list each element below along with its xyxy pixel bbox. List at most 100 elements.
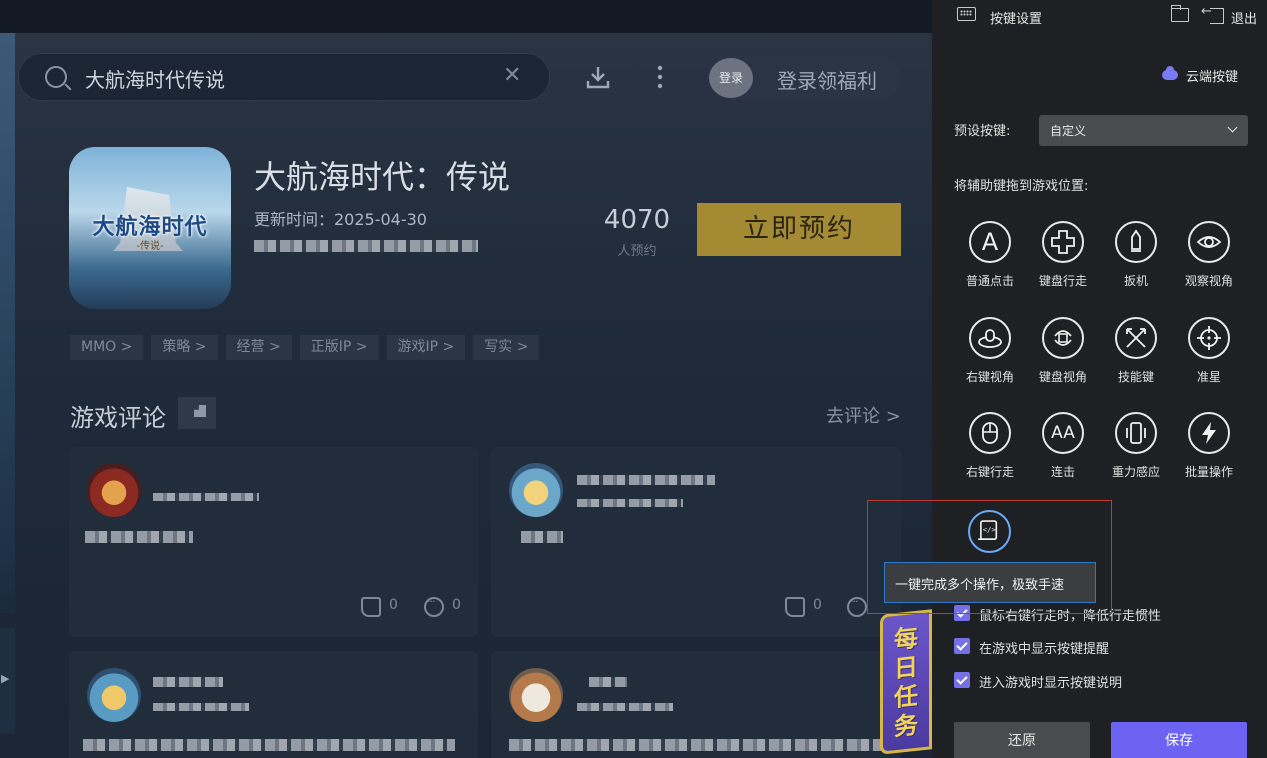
update-time: 更新时间：2025-04-30 bbox=[254, 210, 427, 229]
game-logo-subtext: -传说- bbox=[136, 241, 164, 252]
key-label: 批量操作 bbox=[1184, 465, 1233, 479]
exit-button[interactable]: 退出 bbox=[1231, 8, 1257, 27]
daily-task-label: 每日任务 bbox=[894, 623, 918, 742]
double-a-icon: AA bbox=[1042, 412, 1084, 454]
like-icon[interactable] bbox=[785, 597, 805, 617]
avatar[interactable] bbox=[87, 668, 141, 722]
key-label: 观察视角 bbox=[1184, 274, 1233, 288]
reserve-count-label: 人预约 bbox=[617, 244, 657, 259]
search-icon bbox=[45, 66, 67, 88]
reserve-count: 4070 bbox=[603, 205, 671, 235]
blurred-user-meta bbox=[577, 499, 683, 507]
drag-hint: 将辅助键拖到游戏位置: bbox=[954, 179, 1089, 194]
tag-game-ip[interactable]: 游戏IP > bbox=[386, 335, 466, 360]
tag-management[interactable]: 经营 > bbox=[225, 335, 292, 360]
key-keyboard-view[interactable]: 键盘视角 bbox=[1027, 317, 1099, 397]
checkbox-label: 进入游戏时显示按键说明 bbox=[979, 676, 1123, 691]
preset-label: 预设按键: bbox=[954, 124, 1011, 139]
go-review-link[interactable]: 去评论 > bbox=[826, 402, 901, 428]
key-right-mouse-walk[interactable]: 右键行走 bbox=[954, 412, 1026, 492]
key-crosshair[interactable]: 准星 bbox=[1173, 317, 1245, 397]
blurred-review-text bbox=[509, 739, 881, 751]
review-card[interactable]: 0 bbox=[491, 447, 901, 637]
checkbox-show-key-hints[interactable] bbox=[954, 638, 970, 654]
key-right-mouse-view[interactable]: 右键视角 bbox=[954, 317, 1026, 397]
panel-title: 按键设置 bbox=[990, 12, 1043, 27]
like-icon[interactable] bbox=[361, 597, 381, 617]
key-batch-operation[interactable]: 批量操作 bbox=[1173, 412, 1245, 492]
left-banner-art bbox=[0, 33, 15, 613]
avatar[interactable] bbox=[509, 463, 563, 517]
key-skill[interactable]: 技能键 bbox=[1100, 317, 1172, 397]
blurred-user-meta bbox=[153, 703, 249, 711]
reviews-title: 游戏评论 bbox=[70, 404, 166, 432]
review-card[interactable] bbox=[491, 651, 901, 758]
crossed-swords-icon bbox=[1115, 317, 1157, 359]
comment-icon[interactable] bbox=[424, 595, 444, 617]
tag-licensed-ip[interactable]: 正版IP > bbox=[299, 335, 379, 360]
login-label: 登录领福利 bbox=[777, 69, 877, 93]
dpad-icon bbox=[1042, 221, 1084, 263]
close-icon[interactable]: ✕ bbox=[503, 63, 521, 88]
key-label: 右键行走 bbox=[965, 465, 1014, 479]
key-macro[interactable]: </> bbox=[968, 510, 1011, 553]
left-arrow-icon[interactable]: ▶ bbox=[1, 672, 9, 685]
blurred-review-text bbox=[83, 739, 455, 751]
reserve-button[interactable]: 立即预约 bbox=[697, 203, 901, 256]
key-label: 右键视角 bbox=[965, 370, 1014, 384]
key-label: 普通点击 bbox=[965, 274, 1014, 288]
key-trigger[interactable]: 扳机 bbox=[1100, 221, 1172, 301]
avatar[interactable] bbox=[509, 668, 563, 722]
lightning-icon bbox=[1188, 412, 1230, 454]
avatar[interactable] bbox=[87, 463, 141, 517]
script-icon: </> bbox=[978, 520, 998, 541]
folder-icon[interactable] bbox=[1170, 5, 1189, 22]
search-bar[interactable]: 大航海时代传说 ✕ bbox=[18, 53, 550, 101]
comment-count: 0 bbox=[452, 597, 461, 613]
mouse-icon bbox=[969, 412, 1011, 454]
search-input[interactable]: 大航海时代传说 bbox=[85, 64, 225, 93]
reviews-badge bbox=[178, 397, 216, 429]
letter-a-icon: A bbox=[969, 221, 1011, 263]
macro-tooltip-text: 一键完成多个操作，极致手速 bbox=[895, 578, 1065, 593]
more-vertical-icon[interactable] bbox=[650, 64, 670, 90]
exit-icon[interactable] bbox=[1201, 4, 1224, 24]
comment-icon[interactable] bbox=[847, 595, 867, 617]
blurred-username bbox=[577, 475, 715, 485]
login-button[interactable]: 登录 登录领福利 bbox=[707, 56, 901, 100]
key-combo[interactable]: AA 连击 bbox=[1027, 412, 1099, 492]
tag-realistic[interactable]: 写实 > bbox=[473, 335, 540, 360]
game-icon-image: 大航海时代 -传说- bbox=[69, 147, 231, 309]
cloud-keys-button[interactable]: 云端按键 bbox=[1186, 66, 1238, 85]
download-icon[interactable] bbox=[585, 64, 611, 90]
blurred-info-text bbox=[254, 240, 478, 252]
tag-strategy[interactable]: 策略 > bbox=[151, 335, 218, 360]
reset-button[interactable]: 还原 bbox=[954, 722, 1090, 758]
mouse-view-icon bbox=[969, 317, 1011, 359]
key-label: 扳机 bbox=[1123, 274, 1148, 288]
rotate-view-icon bbox=[1042, 317, 1084, 359]
key-label: 连击 bbox=[1050, 465, 1075, 479]
preset-select[interactable]: 自定义 bbox=[1039, 115, 1248, 146]
keyboard-icon bbox=[957, 7, 976, 21]
save-button[interactable]: 保存 bbox=[1111, 722, 1247, 758]
key-normal-click[interactable]: A 普通点击 bbox=[954, 221, 1026, 301]
eye-icon bbox=[1188, 221, 1230, 263]
key-gravity-sensor[interactable]: 重力感应 bbox=[1100, 412, 1172, 492]
key-keyboard-walk[interactable]: 键盘行走 bbox=[1027, 221, 1099, 301]
key-observe-view[interactable]: 观察视角 bbox=[1173, 221, 1245, 301]
blurred-username bbox=[153, 677, 223, 687]
key-label: 键盘视角 bbox=[1038, 370, 1087, 384]
tag-mmo[interactable]: MMO > bbox=[70, 335, 144, 360]
daily-task-badge[interactable]: 每日任务 bbox=[880, 609, 932, 755]
like-count: 0 bbox=[389, 597, 398, 613]
chevron-down-icon bbox=[1227, 122, 1238, 133]
checkbox-show-key-guide[interactable] bbox=[954, 672, 970, 688]
review-card[interactable] bbox=[69, 651, 478, 758]
key-label: 准星 bbox=[1196, 370, 1221, 384]
cloud-icon[interactable] bbox=[1162, 66, 1178, 80]
checkbox-label: 在游戏中显示按键提醒 bbox=[979, 642, 1110, 657]
review-card[interactable]: 0 0 bbox=[69, 447, 478, 637]
crosshair-icon bbox=[1188, 317, 1230, 359]
svg-text:</>: </> bbox=[983, 525, 997, 534]
